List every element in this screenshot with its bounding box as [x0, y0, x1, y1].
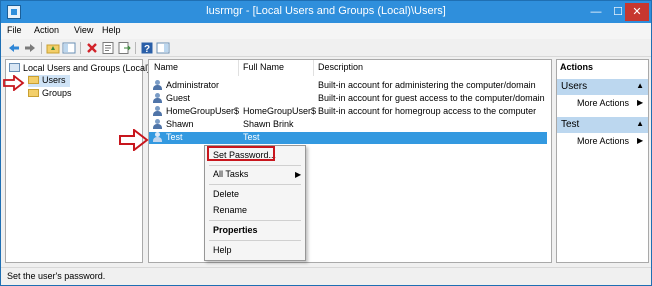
column-header-full-name[interactable]: Full Name: [243, 62, 284, 76]
toolbar-separator: [41, 42, 42, 54]
menu-help[interactable]: Help: [102, 25, 121, 35]
annotation-arrow-icon: [119, 129, 149, 151]
actions-header: Actions: [557, 60, 648, 74]
actions-section-test[interactable]: Test ▲: [557, 117, 648, 133]
user-icon: [153, 80, 163, 90]
show-hide-tree-icon[interactable]: [62, 41, 76, 55]
column-header-description[interactable]: Description: [318, 62, 363, 76]
description-cell: Built-in account for administering the c…: [318, 80, 536, 90]
user-name-cell: Test: [153, 132, 183, 142]
collapse-caret-icon[interactable]: ▲: [636, 81, 644, 90]
svg-text:?: ?: [144, 44, 150, 55]
menu-separator: [209, 220, 301, 221]
menu-file[interactable]: File: [7, 25, 22, 35]
column-header-name[interactable]: Name: [154, 62, 178, 76]
status-text: Set the user's password.: [7, 271, 106, 281]
user-name: Guest: [166, 93, 191, 103]
user-name-cell: HomeGroupUser$: [153, 106, 239, 116]
tree-root-label: Local Users and Groups (Local): [23, 63, 151, 73]
tree-item-label: Users: [42, 75, 66, 85]
column-divider[interactable]: [313, 60, 314, 76]
menu-separator: [209, 184, 301, 185]
folder-icon: [28, 76, 39, 84]
context-item-rename[interactable]: Rename: [213, 205, 247, 215]
submenu-arrow-icon: ▶: [295, 170, 302, 179]
computer-management-icon: [9, 63, 20, 72]
status-bar: Set the user's password.: [1, 267, 651, 285]
full-name-cell: Test: [243, 132, 260, 142]
context-item-help[interactable]: Help: [213, 245, 232, 255]
column-divider[interactable]: [238, 60, 239, 76]
export-list-icon[interactable]: [117, 41, 131, 55]
list-row-administrator[interactable]: Administrator Built-in account for admin…: [149, 80, 547, 92]
tree-pane: Local Users and Groups (Local) Users Gro…: [5, 59, 150, 263]
context-item-properties[interactable]: Properties: [213, 225, 258, 235]
tree-item-label: Groups: [42, 88, 72, 98]
collapse-caret-icon[interactable]: ▲: [636, 119, 644, 128]
menu-bar: File Action View Help: [1, 23, 651, 39]
window-title: lusrmgr - [Local Users and Groups (Local…: [206, 5, 446, 17]
annotation-arrow-icon: [3, 75, 25, 91]
delete-icon[interactable]: [85, 41, 99, 55]
more-actions-label: More Actions: [577, 136, 630, 146]
user-name: HomeGroupUser$: [166, 106, 240, 116]
title-bar: lusrmgr - [Local Users and Groups (Local…: [1, 1, 651, 23]
user-icon: [153, 106, 163, 116]
more-actions-test-link[interactable]: More Actions ▶: [577, 136, 643, 146]
user-name: Test: [166, 132, 183, 142]
context-item-all-tasks[interactable]: All Tasks: [213, 169, 248, 179]
user-icon: [153, 93, 163, 103]
menu-separator: [209, 240, 301, 241]
properties-icon[interactable]: [101, 41, 115, 55]
menu-action[interactable]: Action: [34, 25, 59, 35]
menu-view[interactable]: View: [74, 25, 93, 35]
user-name-cell: Administrator: [153, 80, 219, 90]
list-row-guest[interactable]: Guest Built-in account for guest access …: [149, 93, 547, 105]
actions-section-title: Users: [561, 81, 588, 92]
submenu-arrow-icon: ▶: [637, 98, 644, 107]
close-button[interactable]: ✕: [625, 3, 649, 21]
user-name: Administrator: [166, 80, 220, 90]
back-icon[interactable]: [7, 41, 21, 55]
user-name-cell: Guest: [153, 93, 190, 103]
actions-section-users[interactable]: Users ▲: [557, 79, 648, 95]
actions-pane: Actions Users ▲ More Actions ▶ Test ▲ Mo…: [556, 59, 649, 263]
forward-icon[interactable]: [23, 41, 37, 55]
more-actions-label: More Actions: [577, 98, 630, 108]
context-menu: Set Password... All Tasks ▶ Delete Renam…: [204, 145, 306, 261]
list-row-shawn[interactable]: Shawn Shawn Brink: [149, 119, 547, 131]
show-hide-action-pane-icon[interactable]: [156, 41, 170, 55]
up-folder-icon[interactable]: [46, 41, 60, 55]
actions-section-title: Test: [561, 119, 580, 130]
more-actions-users-link[interactable]: More Actions ▶: [577, 98, 643, 108]
toolbar-separator: [135, 42, 136, 54]
tree-root[interactable]: Local Users and Groups (Local): [9, 63, 150, 75]
description-cell: Built-in account for guest access to the…: [318, 93, 545, 103]
tree-item-groups[interactable]: Groups: [28, 88, 72, 100]
help-icon[interactable]: ?: [140, 41, 154, 55]
list-row-homegroupuser[interactable]: HomeGroupUser$ HomeGroupUser$ Built-in a…: [149, 106, 547, 118]
user-name-cell: Shawn: [153, 119, 194, 129]
minimize-button[interactable]: —: [586, 3, 606, 21]
toolbar: ?: [1, 39, 651, 57]
folder-icon: [28, 89, 39, 97]
list-row-test[interactable]: Test Test: [149, 132, 547, 144]
tree-item-users[interactable]: Users: [28, 75, 70, 87]
menu-separator: [209, 165, 301, 166]
full-name-cell: HomeGroupUser$: [243, 106, 317, 116]
description-cell: Built-in account for homegroup access to…: [318, 106, 537, 116]
user-icon: [153, 119, 163, 129]
submenu-arrow-icon: ▶: [637, 136, 644, 145]
toolbar-separator: [80, 42, 81, 54]
user-icon: [153, 132, 163, 142]
context-item-delete[interactable]: Delete: [213, 189, 239, 199]
set-password-highlight: [207, 146, 275, 161]
full-name-cell: Shawn Brink: [243, 119, 294, 129]
user-name: Shawn: [166, 119, 194, 129]
app-window: lusrmgr - [Local Users and Groups (Local…: [0, 0, 652, 286]
